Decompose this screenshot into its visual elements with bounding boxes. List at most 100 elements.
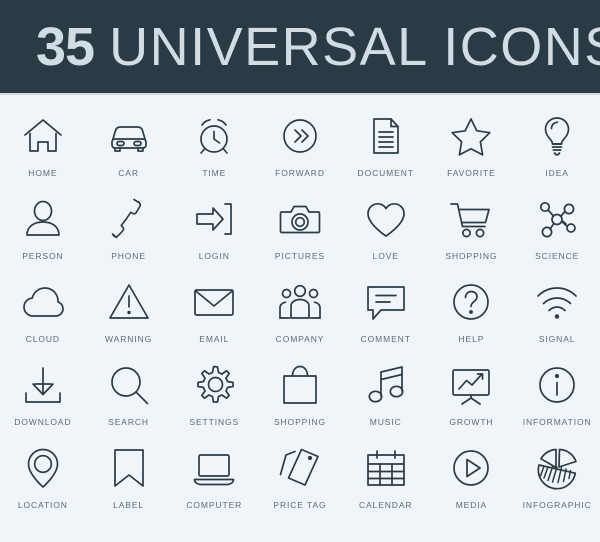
icon-cell-forward[interactable]: FORWARD	[257, 113, 343, 196]
icon-label: COMPUTER	[186, 500, 243, 510]
cloud-icon	[20, 279, 66, 325]
icon-label: LOVE	[372, 251, 399, 261]
page-title: 35 UNIVERSAL ICONS	[36, 20, 600, 74]
icon-cell-login[interactable]: LOGIN	[171, 196, 257, 279]
home-icon	[20, 113, 66, 159]
alarm-clock-icon	[191, 113, 237, 159]
icon-label: HOME	[28, 168, 58, 178]
icon-cell-calendar[interactable]: CALENDAR	[343, 445, 429, 528]
icon-label: SHOPPING	[273, 417, 327, 427]
icon-label: INFORMATION	[522, 417, 592, 427]
icon-cell-location[interactable]: LOCATION	[0, 445, 86, 528]
icon-label: DOCUMENT	[357, 168, 414, 178]
phone-handset-icon	[106, 196, 152, 242]
icon-cell-phone[interactable]: PHONE	[86, 196, 172, 279]
envelope-icon	[191, 279, 237, 325]
icon-cell-information[interactable]: INFORMATION	[514, 362, 600, 445]
map-pin-icon	[20, 445, 66, 491]
icon-cell-car[interactable]: CAR	[86, 113, 172, 196]
icon-cell-search[interactable]: SEARCH	[86, 362, 172, 445]
icon-label: IDEA	[545, 168, 569, 178]
shopping-bag-icon	[277, 362, 323, 408]
login-arrow-icon	[191, 196, 237, 242]
star-icon	[448, 113, 494, 159]
document-icon	[363, 113, 409, 159]
icon-label: SIGNAL	[538, 334, 576, 344]
title-word: UNIVERSAL ICONS	[109, 16, 600, 77]
icon-cell-settings[interactable]: SETTINGS	[171, 362, 257, 445]
icon-cell-download[interactable]: DOWNLOAD	[0, 362, 86, 445]
icon-label: MEDIA	[455, 500, 488, 510]
icon-cell-comment[interactable]: COMMENT	[343, 279, 429, 362]
pie-chart-icon	[534, 445, 580, 491]
icon-label: MUSIC	[369, 417, 402, 427]
icon-cell-home[interactable]: HOME	[0, 113, 86, 196]
icon-cell-infographic[interactable]: INFOGRAPHIC	[514, 445, 600, 528]
info-circle-icon	[534, 362, 580, 408]
icon-cell-email[interactable]: EMAIL	[171, 279, 257, 362]
icon-cell-cloud[interactable]: CLOUD	[0, 279, 86, 362]
play-circle-icon	[448, 445, 494, 491]
icon-label: LABEL	[113, 500, 145, 510]
icon-label: SCIENCE	[535, 251, 580, 261]
question-circle-icon	[448, 279, 494, 325]
icon-cell-person[interactable]: PERSON	[0, 196, 86, 279]
icon-cell-warning[interactable]: WARNING	[86, 279, 172, 362]
icon-label: HELP	[458, 334, 485, 344]
icon-label: PHONE	[111, 251, 146, 261]
car-icon	[106, 113, 152, 159]
icon-cell-document[interactable]: DOCUMENT	[343, 113, 429, 196]
growth-chart-icon	[448, 362, 494, 408]
icon-label: CLOUD	[25, 334, 60, 344]
icon-label: SHOPPING	[445, 251, 498, 261]
icon-label: DOWNLOAD	[14, 417, 72, 427]
magnifier-icon	[106, 362, 152, 408]
icon-cell-pictures[interactable]: PICTURES	[257, 196, 343, 279]
icon-cell-computer[interactable]: COMPUTER	[171, 445, 257, 528]
heart-icon	[363, 196, 409, 242]
music-note-icon	[363, 362, 409, 408]
wifi-signal-icon	[534, 279, 580, 325]
icon-cell-favorite[interactable]: FAVORITE	[429, 113, 515, 196]
icon-cell-science[interactable]: SCIENCE	[514, 196, 600, 279]
download-icon	[20, 362, 66, 408]
molecule-icon	[534, 196, 580, 242]
icon-label: GROWTH	[449, 417, 494, 427]
icon-cell-love[interactable]: LOVE	[343, 196, 429, 279]
icon-label: TIME	[202, 168, 227, 178]
icon-label: EMAIL	[199, 334, 230, 344]
icon-label: WARNING	[105, 334, 153, 344]
icon-label: PERSON	[22, 251, 64, 261]
icon-cell-time[interactable]: TIME	[171, 113, 257, 196]
icon-label: FORWARD	[275, 168, 325, 178]
people-group-icon	[277, 279, 323, 325]
icon-cell-media[interactable]: MEDIA	[429, 445, 515, 528]
bookmark-icon	[106, 445, 152, 491]
icon-label: PICTURES	[274, 251, 326, 261]
person-icon	[20, 196, 66, 242]
calendar-icon	[363, 445, 409, 491]
icon-cell-help[interactable]: HELP	[429, 279, 515, 362]
icon-cell-music[interactable]: MUSIC	[343, 362, 429, 445]
shopping-cart-icon	[448, 196, 494, 242]
icon-cell-company[interactable]: COMPANY	[257, 279, 343, 362]
gear-icon	[191, 362, 237, 408]
icon-cell-signal[interactable]: SIGNAL	[514, 279, 600, 362]
icon-cell-growth[interactable]: GROWTH	[429, 362, 515, 445]
icon-label: PRICE TAG	[273, 500, 327, 510]
lightbulb-icon	[534, 113, 580, 159]
icon-cell-idea[interactable]: IDEA	[514, 113, 600, 196]
icon-label: CAR	[118, 168, 139, 178]
icon-label: COMPANY	[275, 334, 325, 344]
warning-triangle-icon	[106, 279, 152, 325]
icon-cell-label[interactable]: LABEL	[86, 445, 172, 528]
icon-cell-shopping[interactable]: SHOPPING	[429, 196, 515, 279]
speech-bubble-icon	[363, 279, 409, 325]
forward-chevrons-icon	[277, 113, 323, 159]
camera-icon	[277, 196, 323, 242]
icon-cell-shopping[interactable]: SHOPPING	[257, 362, 343, 445]
icon-label: SEARCH	[108, 417, 149, 427]
icon-count: 35	[36, 16, 95, 77]
icon-cell-price-tag[interactable]: PRICE TAG	[257, 445, 343, 528]
icon-label: SETTINGS	[189, 417, 240, 427]
